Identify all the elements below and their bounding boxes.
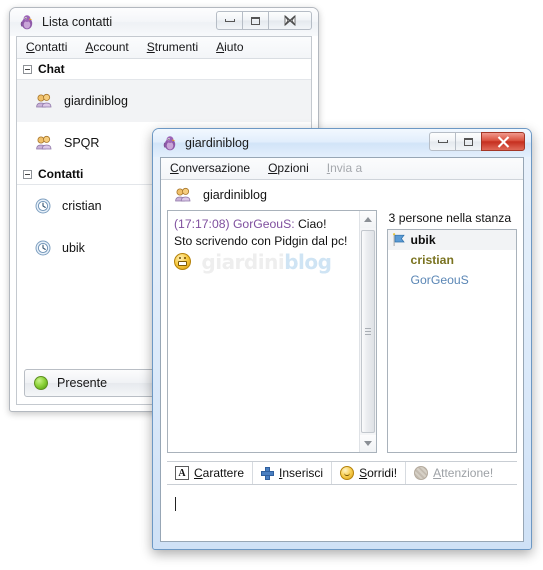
participants-pane: 3 persone nella stanza ubik cristian Gor… xyxy=(386,210,517,453)
contact-name: cristian xyxy=(62,199,102,213)
contact-name: giardiniblog xyxy=(64,94,128,108)
watermark-part-1: giardini xyxy=(201,249,285,274)
maximize-button[interactable] xyxy=(455,132,482,151)
font-button[interactable]: A Carattere xyxy=(167,462,254,484)
conversation-title: giardiniblog xyxy=(185,136,249,150)
close-icon xyxy=(497,135,509,148)
menu-conversazione[interactable]: Conversazione xyxy=(161,158,259,179)
collapse-icon[interactable] xyxy=(23,64,32,74)
text-caret xyxy=(175,497,176,511)
chat-group-icon xyxy=(36,135,52,150)
conversation-client: Conversazione Opzioni Invia a giardinibl… xyxy=(160,157,524,542)
menu-account[interactable]: Account xyxy=(76,37,137,58)
message-text: Ciao! xyxy=(298,217,327,231)
maximize-button[interactable] xyxy=(242,11,269,30)
conversation-menubar[interactable]: Conversazione Opzioni Invia a xyxy=(161,158,523,180)
maximize-icon xyxy=(464,137,473,146)
chat-messages: (17:17:08) GorGeouS: Ciao! Sto scrivendo… xyxy=(168,211,376,273)
conversation-window[interactable]: giardiniblog Conversazione Opzioni Invia… xyxy=(152,128,532,550)
desktop-screenshot: Lista contatti Contatti Account Strument… xyxy=(0,0,543,570)
founder-flag-icon xyxy=(392,233,405,246)
status-label: Presente xyxy=(57,376,108,390)
chat-group-icon xyxy=(36,93,52,108)
status-available-icon xyxy=(34,376,48,390)
participant-row-ubik[interactable]: ubik xyxy=(387,230,516,250)
chat-line: Sto scrivendo con Pidgin dal pc! xyxy=(174,233,370,250)
close-button[interactable] xyxy=(481,132,525,151)
scroll-down-button[interactable] xyxy=(359,435,376,452)
collapse-icon[interactable] xyxy=(23,169,32,179)
menu-contatti[interactable]: Contatti xyxy=(17,37,76,58)
formatting-toolbar[interactable]: A Carattere Inserisci Sorridi! Attenzion… xyxy=(167,461,517,485)
minimize-icon xyxy=(224,19,235,22)
close-icon xyxy=(284,15,296,26)
pidgin-bird-icon xyxy=(20,15,33,30)
insert-button-label: Inserisci xyxy=(279,466,324,480)
contact-list-window-buttons xyxy=(216,11,312,30)
participant-row-cristian[interactable]: cristian xyxy=(388,250,516,270)
message-sender: GorGeouS: xyxy=(232,217,295,231)
away-clock-icon xyxy=(35,198,51,214)
insert-button[interactable]: Inserisci xyxy=(253,462,333,484)
menu-invia-a[interactable]: Invia a xyxy=(318,158,371,179)
conversation-body: (17:17:08) GorGeouS: Ciao! Sto scrivendo… xyxy=(161,210,523,453)
maximize-icon xyxy=(251,16,260,25)
scrollbar-thumb[interactable] xyxy=(360,230,375,433)
scroll-down-arrow-icon xyxy=(363,441,372,446)
participants-list[interactable]: ubik cristian GorGeouS xyxy=(386,229,517,453)
contact-list-title: Lista contatti xyxy=(42,15,113,29)
participant-name: cristian xyxy=(410,253,454,267)
close-button[interactable] xyxy=(268,11,312,30)
watermark-part-2: blog xyxy=(284,249,332,274)
chat-scrollbar[interactable] xyxy=(358,211,376,452)
message-timestamp: (17:17:08) xyxy=(174,217,230,231)
minimize-button[interactable] xyxy=(429,132,456,151)
chat-line: (17:17:08) GorGeouS: Ciao! xyxy=(174,216,370,233)
grin-smiley-icon xyxy=(174,253,191,271)
smiley-button-label: Sorridi! xyxy=(359,466,398,480)
smiley-icon xyxy=(340,466,355,480)
scrollbar-grip-icon xyxy=(364,327,371,336)
chat-history-pane[interactable]: (17:17:08) GorGeouS: Ciao! Sto scrivendo… xyxy=(167,210,377,453)
contact-list-menubar[interactable]: Contatti Account Strumenti Aiuto xyxy=(17,37,311,59)
conversation-window-buttons xyxy=(429,132,525,151)
contact-list-titlebar[interactable]: Lista contatti xyxy=(10,8,318,36)
scroll-up-button[interactable] xyxy=(359,211,376,228)
participant-name: ubik xyxy=(410,233,436,247)
minimize-icon xyxy=(437,140,448,143)
font-button-label: Carattere xyxy=(194,466,245,480)
plus-insert-icon xyxy=(261,466,275,480)
attention-button[interactable]: Attenzione! xyxy=(406,462,501,484)
pidgin-bird-icon xyxy=(163,136,176,151)
conversation-header: giardiniblog xyxy=(161,180,523,210)
away-clock-icon xyxy=(35,240,51,256)
group-header-chat[interactable]: Chat xyxy=(17,59,311,80)
menu-strumenti[interactable]: Strumenti xyxy=(138,37,207,58)
conversation-header-name: giardiniblog xyxy=(203,188,267,202)
message-text: Sto scrivendo con Pidgin dal pc! xyxy=(174,234,348,248)
conversation-titlebar[interactable]: giardiniblog xyxy=(153,129,531,157)
scroll-up-arrow-icon xyxy=(363,217,372,222)
group-label-contatti: Contatti xyxy=(38,167,84,181)
attention-buzz-icon xyxy=(414,466,429,480)
message-input[interactable] xyxy=(167,491,517,538)
menu-aiuto[interactable]: Aiuto xyxy=(207,37,252,58)
group-label-chat: Chat xyxy=(38,62,65,76)
minimize-button[interactable] xyxy=(216,11,243,30)
contact-name: SPQR xyxy=(64,136,100,150)
smiley-button[interactable]: Sorridi! xyxy=(332,462,407,484)
chat-line-emoticon: giardiniblog xyxy=(174,250,370,273)
attention-button-label: Attenzione! xyxy=(433,466,494,480)
contact-name: ubik xyxy=(62,241,85,255)
participant-row-gorgeous[interactable]: GorGeouS xyxy=(388,270,516,290)
font-letter-icon: A xyxy=(175,466,189,480)
participant-name: GorGeouS xyxy=(410,273,469,287)
participants-count: 3 persone nella stanza xyxy=(388,211,512,225)
menu-opzioni[interactable]: Opzioni xyxy=(259,158,318,179)
contact-row-giardiniblog[interactable]: giardiniblog xyxy=(17,80,311,122)
chat-group-icon xyxy=(175,187,191,202)
